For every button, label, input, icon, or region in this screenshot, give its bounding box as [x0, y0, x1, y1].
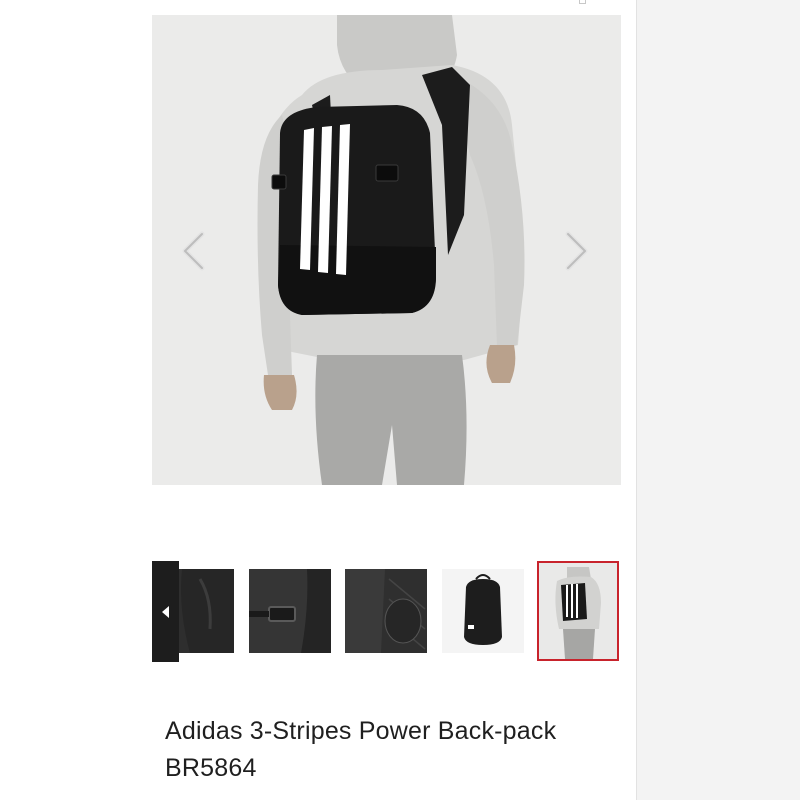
model-backpack-illustration: [152, 15, 621, 485]
carousel-next-button[interactable]: [560, 226, 594, 276]
side-panel: [637, 0, 800, 800]
carousel-prev-button[interactable]: [176, 226, 210, 276]
caret-left-icon: [162, 605, 169, 618]
thumbnail-detail-back-image: [345, 569, 427, 653]
product-title: Adidas 3-Stripes Power Back-pack BR5864: [165, 717, 557, 782]
top-scroll-marker: [579, 0, 586, 4]
thumbnail-backpack-front[interactable]: [442, 569, 524, 653]
thumbnail-detail-strap[interactable]: [249, 569, 331, 653]
main-product-image: [152, 15, 621, 485]
chevron-left-icon: [182, 231, 205, 271]
thumbnail-strip: [152, 561, 622, 663]
thumbnail-detail-strap-image: [249, 569, 331, 653]
thumbnail-backpack-front-image: [442, 569, 524, 653]
side-panel-divider: [636, 0, 637, 800]
thumbnail-model-wearing-image: [539, 563, 617, 659]
thumbnail-model-wearing[interactable]: [537, 561, 619, 661]
thumbnail-detail-back[interactable]: [345, 569, 427, 653]
chevron-right-icon: [565, 231, 588, 271]
thumbnail-scroll-prev-button[interactable]: [152, 561, 179, 662]
